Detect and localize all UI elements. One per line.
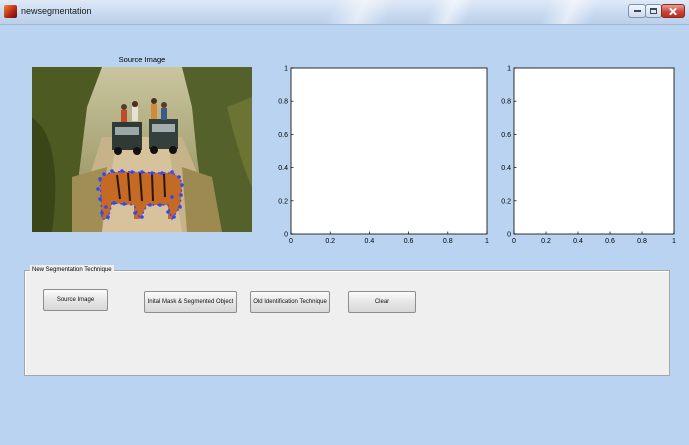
x-tick-label: 0.2 [325,238,335,245]
y-tick-label: 0.8 [278,99,288,106]
x-tick-label: 0.6 [404,238,414,245]
window-title: newsegmentation [21,6,92,16]
axes-1: 0 0.2 0.4 0.6 0.8 1 0 0.2 0.4 0.6 0.8 1 [278,66,489,246]
y-tick-label: 1 [507,66,511,73]
titlebar-sheen [324,0,396,24]
minimize-button[interactable] [628,4,646,18]
y-tick-label: 0.4 [501,165,511,172]
y-tick-label: 0.2 [278,198,288,205]
y-tick-label: 0.6 [501,132,511,139]
initial-mask-button[interactable]: Inital Mask & Segmented Object [144,291,237,313]
axes-2: 0 0.2 0.4 0.6 0.8 1 0 0.2 0.4 0.6 0.8 1 [501,66,676,246]
plot-area [290,67,488,235]
matlab-icon [4,5,17,18]
y-tick-label: 0.6 [278,132,288,139]
x-tick-label: 0.4 [365,238,375,245]
source-image-button[interactable]: Source Image [43,289,108,311]
title-bar: newsegmentation [0,0,689,25]
x-tick-label: 0.2 [541,238,551,245]
close-button[interactable] [661,4,685,18]
old-identification-button[interactable]: Old Identification Technique [250,291,330,313]
y-tick-label: 0.8 [501,99,511,106]
y-tick-label: 0.2 [501,198,511,205]
x-tick-label: 0.4 [573,238,583,245]
y-tick-label: 0 [507,232,511,239]
maximize-button[interactable] [645,4,662,18]
y-tick-label: 0 [284,232,288,239]
segmentation-panel [24,270,670,376]
plot-area [513,67,675,235]
source-image [32,67,252,232]
x-tick-label: 0 [512,238,516,245]
x-tick-label: 0.8 [637,238,647,245]
x-tick-label: 0.6 [605,238,615,245]
titlebar-sheen [539,0,601,24]
x-tick-label: 0.8 [443,238,453,245]
titlebar-sheen [424,0,476,24]
x-tick-label: 0 [289,238,293,245]
source-image-title: Source Image [118,55,166,64]
panel-title: New Segmentation Technique [30,265,114,275]
y-tick-label: 1 [284,66,288,73]
y-tick-label: 0.4 [278,165,288,172]
clear-button[interactable]: Clear [348,291,416,313]
x-tick-label: 1 [672,238,676,245]
x-tick-label: 1 [485,238,489,245]
